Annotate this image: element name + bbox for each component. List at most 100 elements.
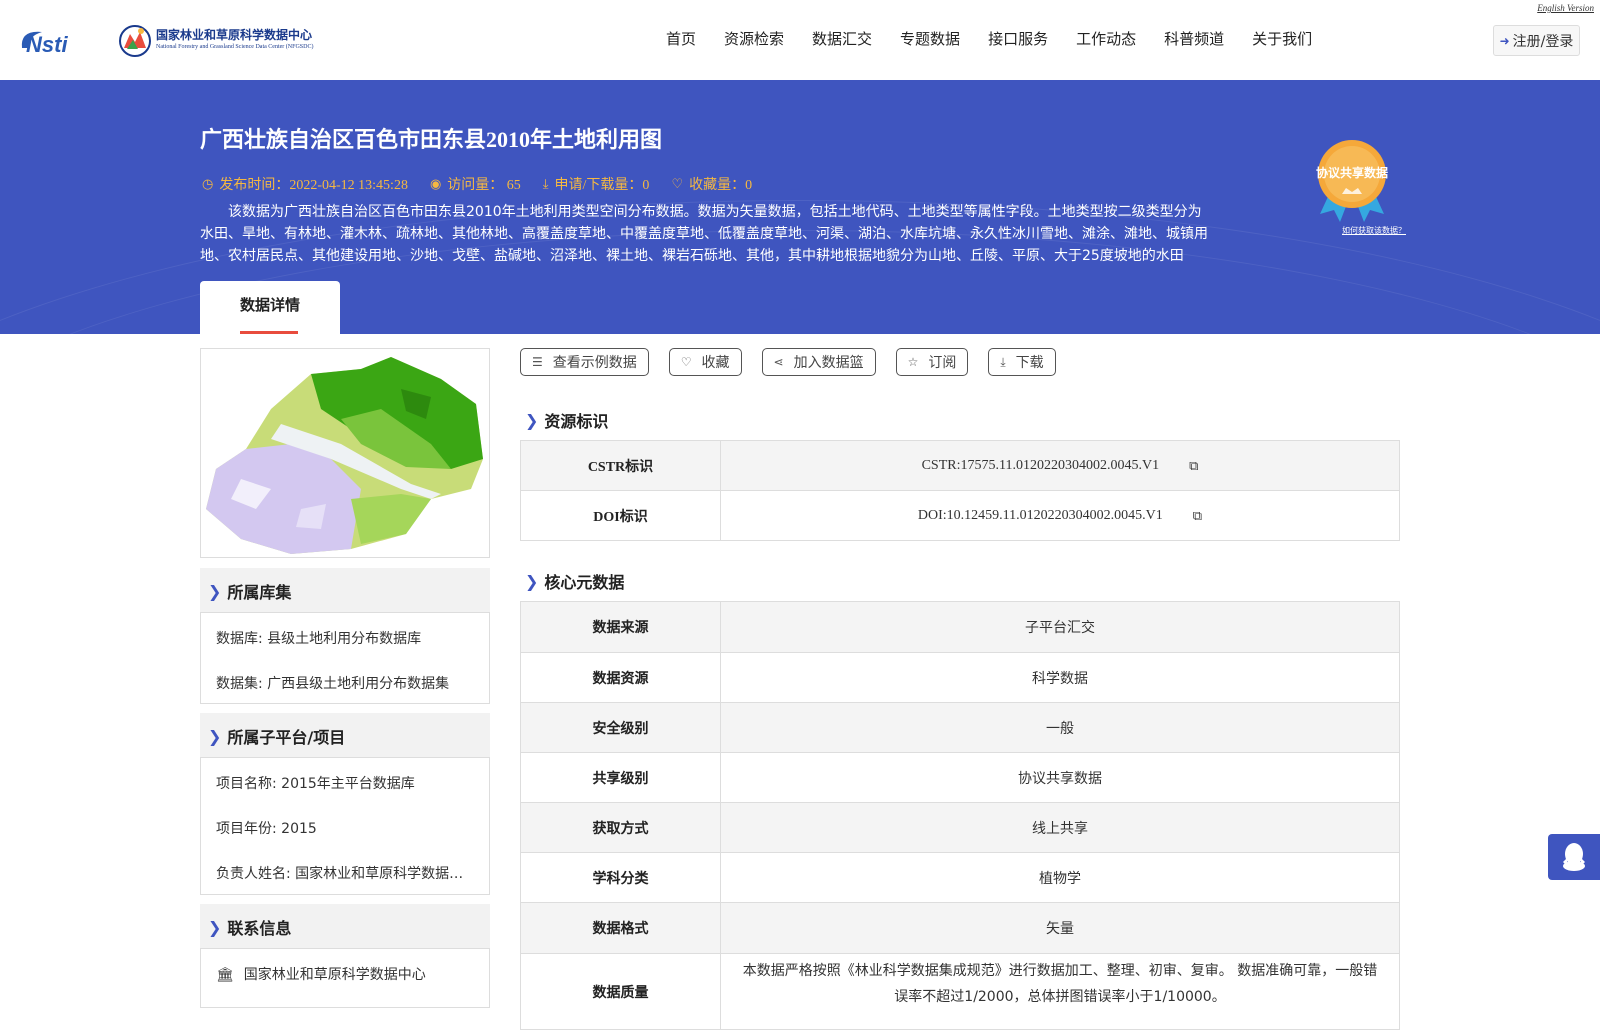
download-button[interactable]: ⤓ 下载 xyxy=(988,348,1056,376)
project-name: 项目名称: 2015年主平台数据库 xyxy=(216,776,415,792)
favorite-button[interactable]: ♡ 收藏 xyxy=(668,348,742,376)
table-row: 获取方式 线上共享 xyxy=(520,803,1400,853)
dataset-meta: ◷ 发布时间：2022-04-12 13:45:28 ◉ 访问量： 65 ⤓ 申请/下… xyxy=(202,174,774,194)
core-key: 数据格式 xyxy=(521,903,721,953)
collection-heading-label: 所属库集 xyxy=(227,583,292,602)
nav-news[interactable]: 工作动态 xyxy=(1076,28,1136,49)
english-version-link[interactable]: English Version xyxy=(1537,3,1594,13)
core-key: 共享级别 xyxy=(521,753,721,802)
table-row: 数据质量 本数据严格按照《林业科学数据集成规范》进行数据加工、整理、初审、复审。 … xyxy=(520,954,1400,1030)
subscribe-button[interactable]: ☆ 订阅 xyxy=(895,348,969,376)
core-heading-label: 核心元数据 xyxy=(544,573,625,592)
chevron-right-icon: ❯ xyxy=(208,726,222,746)
core-key: 数据资源 xyxy=(521,653,721,702)
core-key: 获取方式 xyxy=(521,803,721,852)
contact-org-name: 国家林业和草原科学数据中心 xyxy=(243,967,426,983)
collection-heading: ❯ 所属库集 xyxy=(200,568,490,614)
doi-text: DOI:10.12459.11.0120220304002.0045.V1 xyxy=(917,507,1163,523)
table-row: 数据来源 子平台汇交 xyxy=(520,602,1400,653)
copy-icon[interactable]: ⧉ xyxy=(1189,458,1198,474)
meta-publish: ◷ 发布时间：2022-04-12 13:45:28 xyxy=(202,174,408,194)
collection-dataset[interactable]: 数据集: 广西县级土地利用分布数据集 xyxy=(216,662,474,707)
contact-heading: ❯ 联系信息 xyxy=(200,904,490,950)
bank-icon: 🏛 xyxy=(216,967,234,983)
chevron-right-icon: ❯ xyxy=(208,581,222,601)
nav-about[interactable]: 关于我们 xyxy=(1252,28,1312,49)
center-emblem-icon xyxy=(119,25,151,57)
login-label: 注册/登录 xyxy=(1512,33,1574,50)
core-key: 数据质量 xyxy=(521,954,721,1029)
project-year: 项目年份: 2015 xyxy=(216,821,317,837)
qq-contact-button[interactable] xyxy=(1548,834,1600,880)
view-sample-button[interactable]: ☰ 查看示例数据 xyxy=(520,348,649,376)
core-heading: ❯ 核心元数据 xyxy=(525,569,624,593)
table-row: 安全级别 一般 xyxy=(520,703,1400,753)
core-value: 子平台汇交 xyxy=(1025,620,1095,636)
contact-org: 🏛 国家林业和草原科学数据中心 xyxy=(216,953,474,998)
tab-data-detail[interactable]: 数据详情 xyxy=(200,281,340,334)
project-owner: 负责人姓名: 国家林业和草原科学数据中心 xyxy=(216,866,474,882)
view-sample-label: 查看示例数据 xyxy=(552,355,637,371)
table-row: CSTR标识 CSTR:17575.11.0120220304002.0045.… xyxy=(520,441,1400,491)
table-row: 数据资源 科学数据 xyxy=(520,653,1400,703)
ident-heading-label: 资源标识 xyxy=(544,412,609,431)
login-button[interactable]: ➜ 注册/登录 xyxy=(1493,25,1580,56)
nav-topics[interactable]: 专题数据 xyxy=(900,28,960,49)
core-value: 植物学 xyxy=(1039,870,1081,887)
nsti-logo[interactable]: Nsti xyxy=(18,22,100,58)
add-to-basket-label: 加入数据篮 xyxy=(793,355,864,371)
center-name-en: National Forestry and Grassland Science … xyxy=(156,44,314,50)
cstr-text: CSTR:17575.11.0120220304002.0045.V1 xyxy=(921,457,1160,473)
favorite-count: 收藏量：0 xyxy=(689,178,753,193)
chevron-right-icon: ❯ xyxy=(208,917,222,937)
core-value: 协议共享数据 xyxy=(1018,770,1102,787)
center-name-cn: 国家林业和草原科学数据中心 xyxy=(156,28,313,42)
download-icon: ⤓ xyxy=(542,176,549,192)
core-value: 线上共享 xyxy=(1032,820,1088,837)
nav-search[interactable]: 资源检索 xyxy=(724,28,784,49)
download-icon: ⤓ xyxy=(1000,354,1006,369)
nav-home[interactable]: 首页 xyxy=(666,28,696,49)
how-to-get-link[interactable]: 如何获取该数据？ xyxy=(1342,225,1406,236)
core-value: 本数据严格按照《林业科学数据集成规范》进行数据加工、整理、初审、复审。 数据准确… xyxy=(742,963,1378,1005)
collection-database[interactable]: 数据库: 县级土地利用分布数据库 xyxy=(216,617,474,662)
collection-box: 数据库: 县级土地利用分布数据库 数据集: 广西县级土地利用分布数据集 xyxy=(200,612,490,704)
core-key: 数据来源 xyxy=(521,602,721,652)
ident-heading: ❯ 资源标识 xyxy=(525,408,608,432)
nav-science[interactable]: 科普频道 xyxy=(1164,28,1224,49)
share-icon: ⋖ xyxy=(773,355,784,369)
nav-submit[interactable]: 数据汇交 xyxy=(812,28,872,49)
dataset-title: 广西壮族自治区百色市田东县2010年土地利用图 xyxy=(200,127,663,152)
chevron-right-icon: ❯ xyxy=(525,571,539,591)
project-heading: ❯ 所属子平台/项目 xyxy=(200,713,490,759)
land-use-map-image xyxy=(206,357,483,554)
core-key: 学科分类 xyxy=(521,853,721,902)
project-box: 项目名称: 2015年主平台数据库 项目年份: 2015 负责人姓名: 国家林业… xyxy=(200,757,490,895)
core-table: 数据来源 子平台汇交 数据资源 科学数据 安全级别 一般 共享级别 协议共享数据 获取方… xyxy=(520,601,1400,1030)
center-logo[interactable]: 国家林业和草原科学数据中心 National Forestry and Gras… xyxy=(118,22,338,60)
contact-box: 🏛 国家林业和草原科学数据中心 xyxy=(200,948,490,1008)
star-icon: ☆ xyxy=(907,355,919,369)
core-key: 安全级别 xyxy=(521,703,721,752)
svg-text:Nsti: Nsti xyxy=(26,32,68,57)
cstr-key: CSTR标识 xyxy=(521,441,721,490)
heart-icon: ♡ xyxy=(671,176,684,192)
chevron-right-icon: ❯ xyxy=(525,410,539,430)
dataset-thumbnail[interactable] xyxy=(200,348,490,558)
sign-in-icon: ➜ xyxy=(1499,33,1510,48)
nav-api[interactable]: 接口服务 xyxy=(988,28,1048,49)
doi-key: DOI标识 xyxy=(521,491,721,540)
action-bar: ☰ 查看示例数据 ♡ 收藏 ⋖ 加入数据篮 ☆ 订阅 ⤓ 下载 xyxy=(520,348,1076,376)
copy-icon[interactable]: ⧉ xyxy=(1193,508,1202,524)
database-icon: ☰ xyxy=(532,355,543,369)
table-row: 数据格式 矢量 xyxy=(520,903,1400,954)
favorite-label: 收藏 xyxy=(701,355,730,371)
doi-value: DOI:10.12459.11.0120220304002.0045.V1 ⧉ xyxy=(721,491,1399,540)
project-heading-label: 所属子平台/项目 xyxy=(227,728,346,747)
badge-label: 协议共享数据 xyxy=(1315,166,1388,180)
add-to-basket-button[interactable]: ⋖ 加入数据篮 xyxy=(761,348,876,376)
publish-time: 发布时间：2022-04-12 13:45:28 xyxy=(219,178,408,193)
site-header: English Version Nsti 国家林业和草原科学数据中心 Natio… xyxy=(0,0,1600,80)
table-row: 共享级别 协议共享数据 xyxy=(520,753,1400,803)
dataset-banner: 广西壮族自治区百色市田东县2010年土地利用图 ◷ 发布时间：2022-04-12… xyxy=(0,80,1600,334)
